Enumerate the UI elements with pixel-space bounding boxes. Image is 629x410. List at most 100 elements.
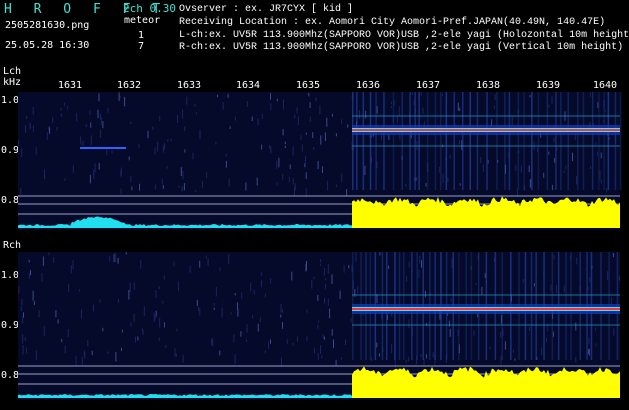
lch-noise xyxy=(192,152,194,160)
rch-noise xyxy=(553,255,555,260)
lch-noise xyxy=(85,124,87,127)
rch-noise xyxy=(314,347,315,354)
rch-noise xyxy=(24,337,26,341)
lch-noise xyxy=(309,116,311,122)
lch-streak xyxy=(555,92,557,190)
rch-noise xyxy=(555,285,557,293)
rch-noise xyxy=(159,317,161,328)
lch-noise xyxy=(120,167,122,176)
rch-noise xyxy=(109,255,111,262)
lch-noise xyxy=(89,174,91,184)
lch-noise xyxy=(152,126,154,130)
rch-noise xyxy=(175,353,177,357)
lch-noise xyxy=(157,141,159,152)
lch-noise xyxy=(600,179,602,184)
lch-noise xyxy=(551,184,553,190)
rch-noise xyxy=(563,285,565,293)
lch-noise xyxy=(119,95,121,99)
lch-noise xyxy=(269,145,270,150)
lch-streak xyxy=(409,92,411,190)
lch-noise xyxy=(543,172,545,178)
rch-noise xyxy=(196,299,198,306)
lch-noise xyxy=(447,177,449,183)
rch-noise xyxy=(228,254,230,265)
lch-streak xyxy=(462,92,464,190)
rch-noise xyxy=(246,324,248,333)
lch-streak xyxy=(440,92,442,190)
lch-noise xyxy=(388,134,390,140)
rch-noise xyxy=(22,316,24,324)
rch-noise xyxy=(163,275,165,280)
lch-noise xyxy=(159,116,161,122)
lch-streak xyxy=(392,92,395,190)
lch-noise xyxy=(32,107,34,115)
rch-noise xyxy=(529,327,530,331)
lch-noise xyxy=(138,143,140,149)
rch-noise xyxy=(379,353,380,357)
rch-noise xyxy=(118,298,119,303)
rch-noise xyxy=(329,308,331,319)
lch-noise xyxy=(482,164,484,172)
lch-waterfall xyxy=(18,92,622,230)
lch-noise xyxy=(180,167,182,176)
lch-noise xyxy=(480,157,482,163)
rch-noise xyxy=(333,339,334,349)
rch-noise xyxy=(379,252,381,256)
lch-streak xyxy=(619,92,622,190)
lch-noise xyxy=(289,164,291,170)
lch-noise xyxy=(294,183,296,191)
rch-noise xyxy=(324,284,326,290)
lch-noise xyxy=(181,186,183,192)
lch-noise xyxy=(520,165,522,173)
rch-noise xyxy=(158,337,160,341)
lch-noise xyxy=(600,152,602,159)
rch-noise xyxy=(296,336,298,342)
rch-noise xyxy=(22,333,24,344)
rch-noise xyxy=(154,316,156,320)
lch-noise xyxy=(551,96,553,104)
lch-noise xyxy=(312,132,314,138)
rch-noise xyxy=(163,322,165,328)
lch-noise xyxy=(162,145,164,153)
lch-noise xyxy=(35,147,37,155)
lch-noise xyxy=(331,113,333,117)
lch-noise xyxy=(282,174,284,180)
lch-noise xyxy=(554,157,556,163)
rch-noise xyxy=(425,354,427,359)
rch-noise xyxy=(320,345,321,354)
lch-noise xyxy=(459,107,461,111)
lch-noise xyxy=(301,144,303,152)
rch-noise xyxy=(241,292,243,299)
rch-noise xyxy=(619,275,620,282)
rch-noise xyxy=(318,320,320,323)
rch-noise xyxy=(313,276,315,279)
lch-streak xyxy=(517,92,520,190)
lch-noise xyxy=(147,130,149,139)
rch-noise xyxy=(176,328,178,332)
rch-noise xyxy=(264,350,266,354)
rch-noise xyxy=(550,284,552,292)
lch-noise xyxy=(442,93,444,97)
lch-noise xyxy=(130,175,132,183)
rch-noise xyxy=(311,280,313,289)
lch-noise xyxy=(102,121,104,129)
rch-noise xyxy=(165,345,167,348)
rch-noise xyxy=(33,300,35,306)
lch-noise xyxy=(292,177,294,185)
lch-noise xyxy=(154,184,156,190)
lch-noise xyxy=(270,145,272,154)
rch-noise xyxy=(406,275,408,283)
lch-noise xyxy=(319,105,321,115)
rch-noise xyxy=(317,353,319,360)
lch-noise xyxy=(182,109,184,119)
lch-noise xyxy=(565,165,567,169)
lch-noise xyxy=(572,152,573,161)
lch-streak xyxy=(496,92,498,190)
lch-noise xyxy=(162,185,164,189)
lch-streak xyxy=(508,92,511,190)
rch-noise xyxy=(121,347,122,351)
rch-noise xyxy=(317,324,319,329)
rch-noise xyxy=(319,259,321,263)
lch-noise xyxy=(184,149,186,153)
rch-noise xyxy=(68,283,70,293)
